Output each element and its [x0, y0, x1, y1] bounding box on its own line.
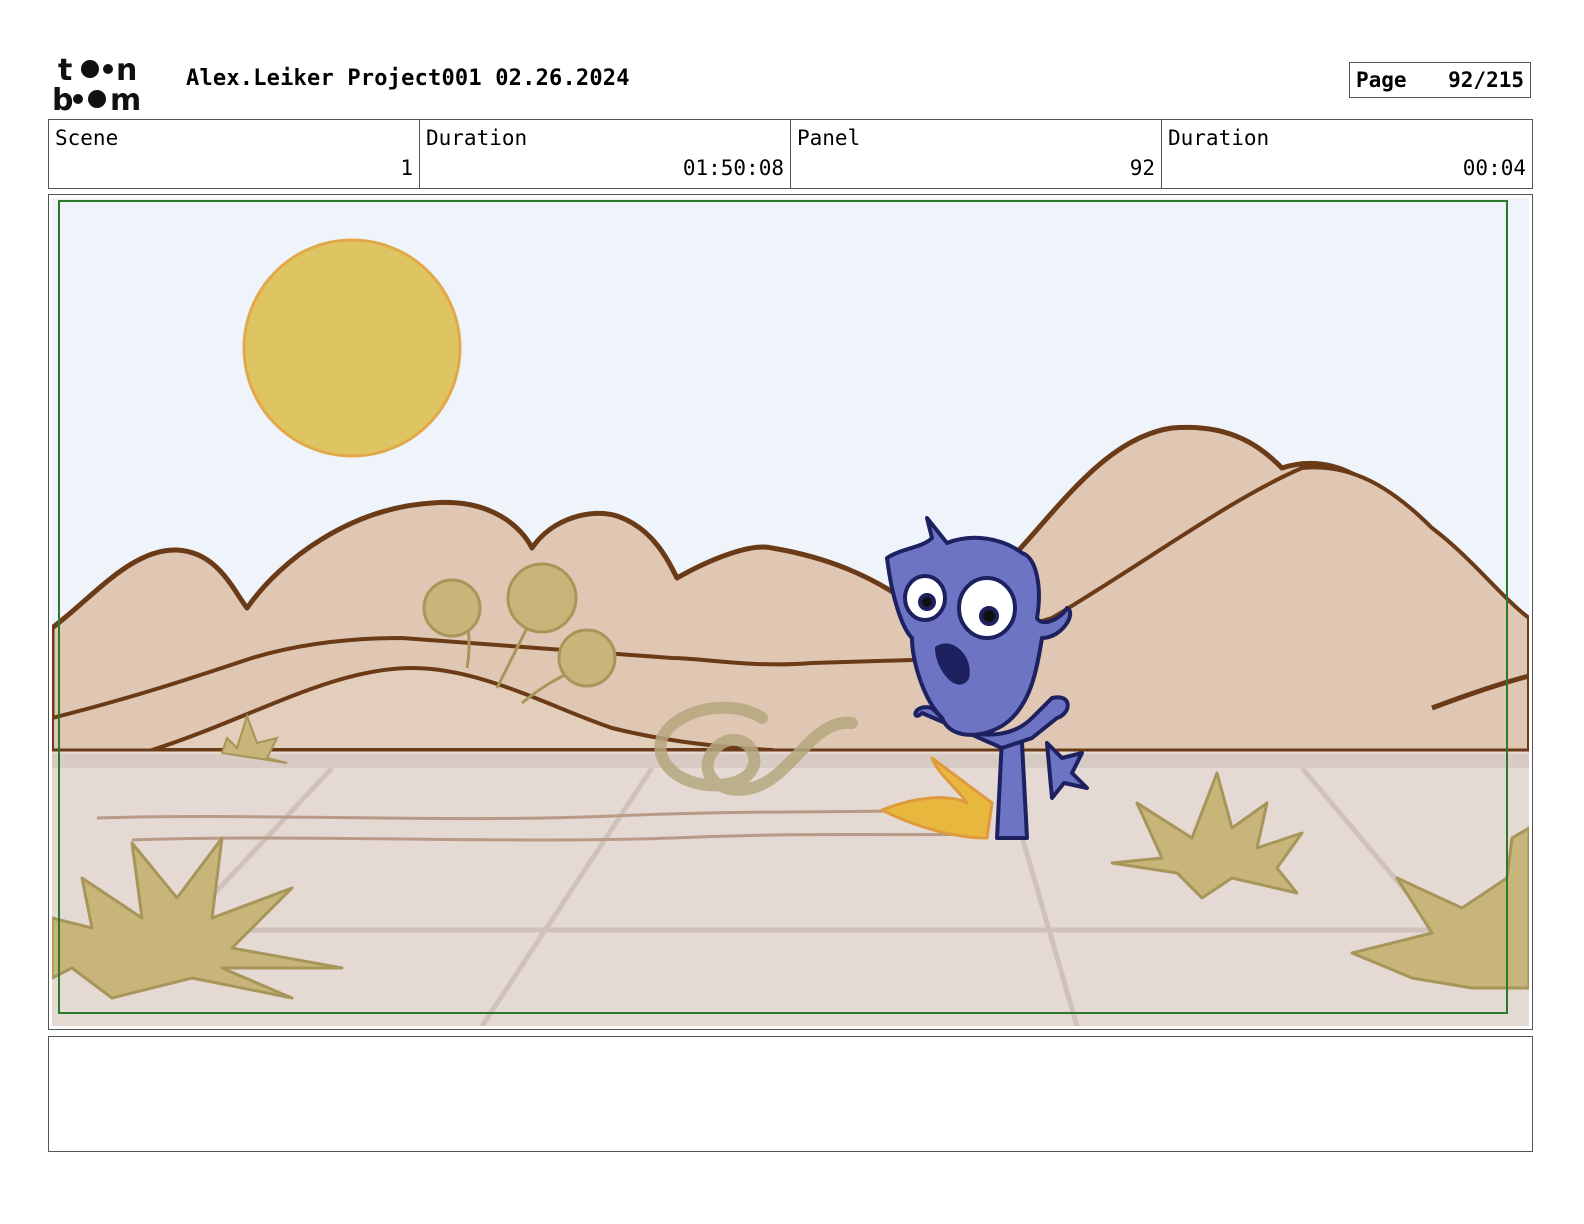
panel-notes-box: [48, 1036, 1533, 1152]
panel-value: 92: [1129, 156, 1155, 180]
project-title: Alex.Leiker Project001 02.26.2024: [186, 66, 630, 91]
svg-text:m: m: [110, 83, 141, 112]
scene-value: 1: [400, 156, 413, 180]
panel-duration-value: 00:04: [1462, 156, 1526, 180]
ground: [52, 750, 1529, 1026]
page-number: 92/215: [1448, 68, 1524, 92]
panel-info-row: Scene 1 Duration 01:50:08 Panel 92 Durat…: [48, 119, 1533, 189]
panel-duration-cell: Duration 00:04: [1162, 120, 1532, 188]
scene-duration-cell: Duration 01:50:08: [420, 120, 791, 188]
toon-boom-logo: t n b m: [52, 53, 141, 112]
sun: [242, 238, 462, 458]
panel-cell: Panel 92: [791, 120, 1162, 188]
scene-label: Scene: [55, 126, 119, 150]
page-indicator: Page 92/215: [1349, 62, 1531, 98]
scene-duration-label: Duration: [426, 126, 528, 150]
page-label: Page: [1356, 68, 1407, 92]
panel-label: Panel: [797, 126, 861, 150]
storyboard-panel-image: [52, 198, 1529, 1026]
scene-duration-value: 01:50:08: [682, 156, 784, 180]
svg-text:b: b: [52, 83, 73, 112]
scene-cell: Scene 1: [49, 120, 420, 188]
panel-duration-label: Duration: [1168, 126, 1270, 150]
